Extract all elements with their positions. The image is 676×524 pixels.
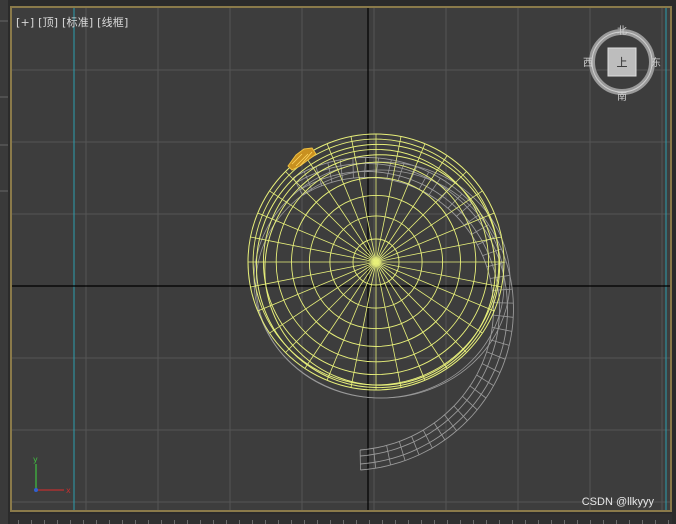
left-toolbar-strip (0, 0, 8, 524)
svg-text:x: x (66, 486, 71, 495)
ruler-tick (83, 520, 84, 524)
ruler-tick (174, 520, 175, 524)
ruler-tick (486, 520, 487, 524)
ruler-tick (564, 520, 565, 524)
compass-east[interactable]: 东 (651, 56, 661, 69)
ruler-tick (330, 520, 331, 524)
compass-south[interactable]: 南 (617, 90, 627, 103)
ruler-tick (460, 520, 461, 524)
ruler-tick (343, 520, 344, 524)
strip-tick (0, 144, 8, 146)
ruler-tick (577, 520, 578, 524)
compass-north[interactable]: 北 (617, 25, 627, 37)
ruler-tick (382, 520, 383, 524)
ruler-tick (590, 520, 591, 524)
ruler-tick (408, 520, 409, 524)
viewcube-icon[interactable]: 上 北 南 西 东 (582, 20, 662, 104)
compass-west[interactable]: 西 (583, 58, 593, 69)
ruler-tick (421, 520, 422, 524)
ruler-tick (304, 520, 305, 524)
ruler-tick (668, 520, 669, 524)
ruler-tick (473, 520, 474, 524)
ruler-tick (512, 520, 513, 524)
ruler-tick (96, 520, 97, 524)
ruler-tick (148, 520, 149, 524)
ruler-tick (642, 520, 643, 524)
ruler-tick (122, 520, 123, 524)
strip-tick (0, 20, 8, 22)
selected-sphere-object[interactable] (247, 133, 505, 391)
ruler-tick (356, 520, 357, 524)
ruler-tick (538, 520, 539, 524)
axis-tripod-icon: y x (33, 455, 71, 495)
ruler-tick (18, 520, 19, 524)
ruler-tick (603, 520, 604, 524)
watermark-text: CSDN @llkyyy (581, 496, 654, 508)
ruler-tick (161, 520, 162, 524)
ruler-tick (252, 520, 253, 524)
viewport-point-of-view[interactable]: [顶] (38, 16, 58, 29)
viewport-shading-standard[interactable]: [标准] (62, 16, 93, 29)
ruler-tick (265, 520, 266, 524)
viewcube-face-label: 上 (617, 56, 628, 69)
ruler-tick (44, 520, 45, 524)
strip-tick (0, 96, 8, 98)
ruler-tick (655, 520, 656, 524)
ruler-tick (226, 520, 227, 524)
timeline-ruler[interactable] (10, 514, 672, 524)
ruler-tick (291, 520, 292, 524)
ruler-tick (187, 520, 188, 524)
ruler-tick (278, 520, 279, 524)
svg-text:y: y (33, 455, 38, 464)
top-viewport[interactable]: y x [+] [顶] [标准] [线框] 上 北 南 西 东 CSDN @ll… (10, 6, 672, 512)
ruler-tick (525, 520, 526, 524)
ruler-tick (551, 520, 552, 524)
ruler-tick (70, 520, 71, 524)
ruler-tick (616, 520, 617, 524)
ruler-tick (213, 520, 214, 524)
app-window: y x [+] [顶] [标准] [线框] 上 北 南 西 东 CSDN @ll… (0, 0, 676, 524)
ruler-tick (395, 520, 396, 524)
ruler-tick (109, 520, 110, 524)
ruler-tick (499, 520, 500, 524)
ruler-tick (434, 520, 435, 524)
ruler-tick (629, 520, 630, 524)
ruler-tick (135, 520, 136, 524)
viewport-display-wireframe[interactable]: [线框] (97, 16, 128, 29)
ruler-tick (317, 520, 318, 524)
ruler-tick (31, 520, 32, 524)
ruler-tick (447, 520, 448, 524)
ruler-tick (200, 520, 201, 524)
wireframe-scene[interactable]: y x (12, 8, 670, 510)
viewport-label: [+] [顶] [标准] [线框] (16, 14, 128, 30)
ruler-tick (239, 520, 240, 524)
viewport-menu-plus[interactable]: [+] (16, 16, 34, 29)
viewport-grid (12, 8, 670, 510)
strip-tick (0, 190, 8, 192)
ruler-tick (369, 520, 370, 524)
ruler-tick (57, 520, 58, 524)
